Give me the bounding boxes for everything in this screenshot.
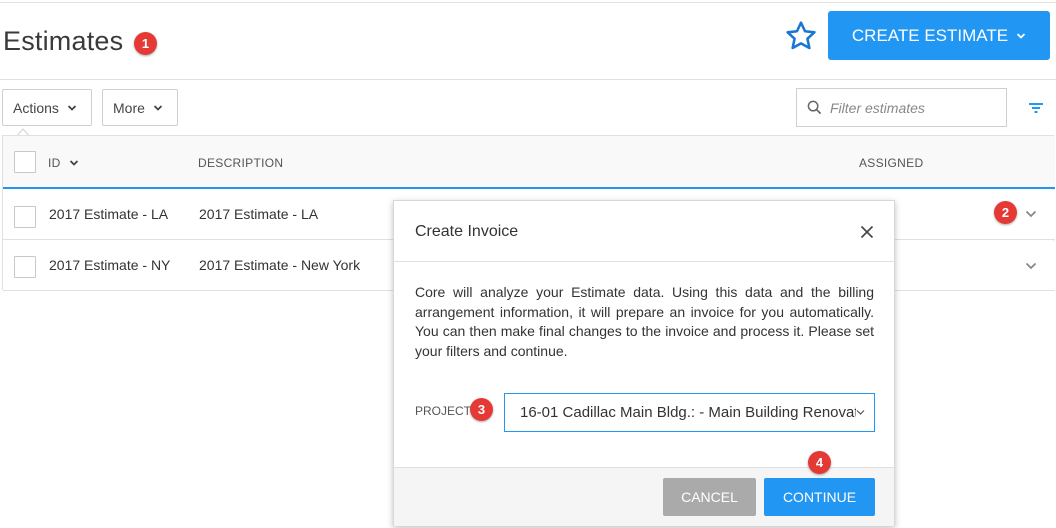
filter-estimates-input[interactable] xyxy=(830,99,1000,116)
filter-box xyxy=(796,88,1007,127)
row-description: 2017 Estimate - New York xyxy=(199,257,361,273)
header-divider xyxy=(0,79,1056,80)
row-id: 2017 Estimate - NY xyxy=(49,257,171,273)
modal-description: Core will analyze your Estimate data. Us… xyxy=(415,284,874,359)
table-header: ID DESCRIPTION ASSIGNED xyxy=(3,136,1055,189)
continue-button[interactable]: CONTINUE xyxy=(764,478,875,516)
cancel-button[interactable]: CANCEL xyxy=(663,478,756,516)
select-all-checkbox[interactable] xyxy=(14,151,36,173)
modal-footer: CANCEL CONTINUE xyxy=(394,467,894,526)
create-estimate-label: CREATE ESTIMATE xyxy=(851,25,1009,45)
search-icon xyxy=(807,100,822,115)
chevron-down-icon xyxy=(67,104,77,111)
actions-dropdown-button[interactable]: Actions xyxy=(2,89,92,126)
filter-icon[interactable] xyxy=(1028,101,1044,115)
project-select[interactable]: 16-01 Cadillac Main Bldg.: - Main Buildi… xyxy=(504,393,875,432)
chevron-down-icon xyxy=(1016,32,1026,39)
create-estimate-button[interactable]: CREATE ESTIMATE xyxy=(828,11,1050,60)
project-label: PROJECT xyxy=(415,404,472,418)
step-badge-4: 4 xyxy=(808,451,831,474)
column-header-id[interactable]: ID xyxy=(48,156,79,170)
column-header-assigned: ASSIGNED xyxy=(859,156,924,170)
close-icon[interactable] xyxy=(860,225,874,239)
actions-label: Actions xyxy=(13,99,59,116)
row-id: 2017 Estimate - LA xyxy=(49,206,169,222)
create-invoice-modal: Create Invoice Core will analyze your Es… xyxy=(393,200,895,526)
top-border xyxy=(0,2,1056,3)
chevron-down-icon xyxy=(856,409,865,416)
more-label: More xyxy=(113,99,145,116)
row-checkbox[interactable] xyxy=(14,206,36,228)
more-dropdown-button[interactable]: More xyxy=(102,89,178,126)
page-title: Estimates xyxy=(3,26,124,56)
sort-chevron-icon xyxy=(69,160,78,166)
chevron-down-icon xyxy=(153,104,163,111)
star-icon[interactable] xyxy=(784,19,818,53)
row-expand-chevron-icon[interactable] xyxy=(1025,210,1037,218)
row-description: 2017 Estimate - LA xyxy=(199,206,319,222)
column-header-id-label: ID xyxy=(48,156,61,170)
estimates-page: Estimates 1 CREATE ESTIMATE Actions More xyxy=(0,0,1056,528)
step-badge-3: 3 xyxy=(470,398,493,421)
project-selected-value: 16-01 Cadillac Main Bldg.: - Main Buildi… xyxy=(520,404,856,421)
row-expand-chevron-icon[interactable] xyxy=(1025,262,1037,270)
step-badge-2: 2 xyxy=(994,201,1017,224)
column-header-description: DESCRIPTION xyxy=(198,156,284,170)
row-checkbox[interactable] xyxy=(14,256,36,278)
step-badge-1: 1 xyxy=(134,32,157,55)
modal-title: Create Invoice xyxy=(415,223,519,240)
modal-header: Create Invoice xyxy=(394,201,894,262)
